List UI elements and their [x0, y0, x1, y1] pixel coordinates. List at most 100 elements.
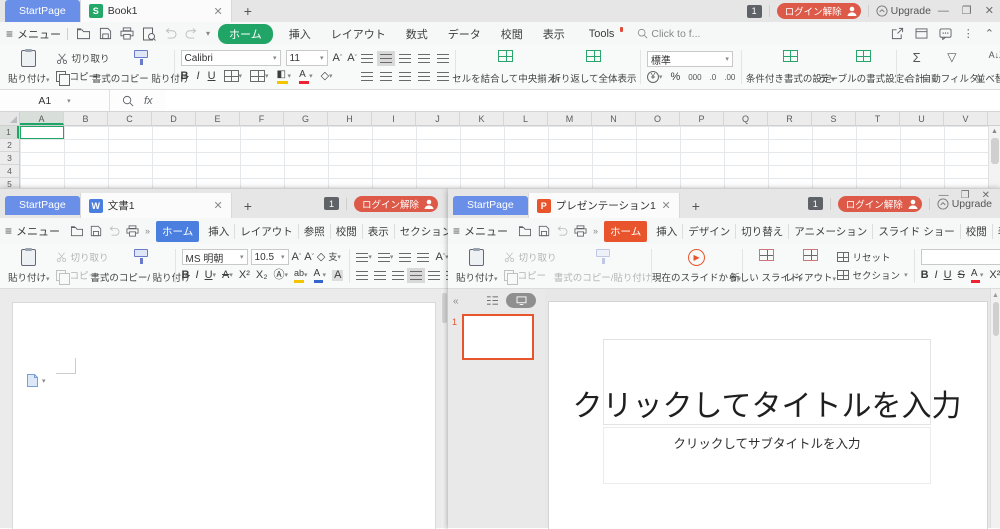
upgrade-button[interactable]: Upgrade	[876, 5, 931, 17]
slide-scrollbar[interactable]: ▲	[990, 289, 1000, 528]
align-left-button[interactable]	[361, 72, 373, 81]
merge-cells-button[interactable]: ▾	[250, 70, 269, 82]
italic-button[interactable]: I	[196, 270, 199, 281]
column-header[interactable]: T	[856, 112, 900, 125]
main-menu-button[interactable]: ≡メニュー	[6, 26, 61, 42]
slide-canvas[interactable]: クリックしてタイトルを入力 クリックしてサブタイトルを入力	[548, 301, 988, 529]
new-slide-button[interactable]: 新しい スライド▾	[747, 246, 787, 286]
ribbon-tab[interactable]: 挿入	[651, 224, 682, 239]
column-header[interactable]: M	[548, 112, 592, 125]
print-icon[interactable]	[574, 225, 587, 237]
column-header[interactable]: N	[592, 112, 636, 125]
increase-indent-button[interactable]	[437, 54, 449, 63]
ribbon-tab[interactable]: データ	[438, 26, 491, 42]
more-tools-icon[interactable]: »	[593, 226, 598, 236]
decrease-font-button[interactable]: Aˇ	[304, 252, 314, 263]
decrease-indent-button[interactable]	[418, 54, 430, 63]
column-header[interactable]: Q	[724, 112, 768, 125]
bold-button[interactable]: B	[181, 71, 189, 82]
paste-button[interactable]: 貼り付け▾	[4, 47, 54, 87]
open-file-icon[interactable]	[70, 225, 84, 237]
column-header[interactable]: E	[196, 112, 240, 125]
underline-button[interactable]: U▾	[205, 270, 216, 281]
selected-cell-a1[interactable]	[20, 126, 64, 139]
print-icon[interactable]	[126, 225, 139, 237]
fx-icon[interactable]: fx	[144, 95, 153, 107]
layout-button[interactable]: レイアウト▾	[787, 246, 835, 286]
tab-home[interactable]: ホーム	[218, 24, 273, 44]
font-size-select[interactable]: 11▾	[286, 50, 328, 66]
phonetic-guide-button[interactable]: 支▾	[328, 253, 341, 262]
font-name-select[interactable]: Calibri▾	[181, 50, 281, 66]
merge-center-button[interactable]: セルを結合して中央揃え▾	[460, 47, 552, 87]
maximize-button[interactable]: ❐	[962, 6, 972, 17]
notification-badge[interactable]: 1	[747, 5, 762, 18]
vertical-scrollbar[interactable]: ▲	[988, 126, 1000, 192]
scroll-up-icon[interactable]: ▲	[991, 128, 998, 135]
column-header[interactable]: S	[812, 112, 856, 125]
comma-style-button[interactable]: 000	[688, 73, 701, 82]
subtitle-placeholder[interactable]: クリックしてサブタイトルを入力	[603, 427, 931, 484]
font-color-button[interactable]: A▾	[314, 268, 327, 283]
tab-home[interactable]: ホーム	[604, 221, 647, 242]
align-right-button[interactable]	[399, 72, 411, 81]
open-file-icon[interactable]	[76, 27, 91, 40]
undo-icon[interactable]	[164, 28, 177, 39]
scroll-thumb[interactable]	[993, 302, 999, 336]
char-shading-button[interactable]: A	[332, 270, 343, 281]
maximize-button[interactable]: ❐	[961, 190, 970, 201]
align-middle-button[interactable]	[380, 54, 392, 63]
column-header[interactable]: K	[460, 112, 504, 125]
collapse-panel-icon[interactable]: «	[453, 296, 459, 307]
paste-options-page-icon[interactable]	[26, 373, 39, 388]
minimize-button[interactable]: —	[939, 190, 949, 201]
copy-button[interactable]: コピー	[56, 268, 109, 282]
percent-button[interactable]: %	[670, 72, 680, 83]
align-bottom-button[interactable]	[399, 54, 411, 63]
subscript-button[interactable]: X₂	[256, 270, 268, 281]
paste-button[interactable]: 貼り付け▾	[452, 246, 502, 286]
share-icon[interactable]	[891, 27, 904, 40]
ribbon-tab[interactable]: レイアウト	[321, 26, 396, 42]
justify-button[interactable]	[410, 271, 422, 280]
ribbon-tab[interactable]: スライド ショー	[872, 224, 959, 239]
superscript-button[interactable]: X²	[989, 270, 1000, 281]
clear-format-button[interactable]: ◇▾	[321, 71, 333, 82]
dropdown-arrow-icon[interactable]: ▾	[42, 377, 46, 385]
format-painter-button[interactable]: 書式のコピー 貼り付け	[112, 47, 170, 87]
row-header[interactable]: 1	[0, 126, 19, 139]
column-header[interactable]: A	[20, 112, 64, 125]
ribbon-tab-tools[interactable]: Tools	[581, 28, 623, 40]
text-effects-button[interactable]: Ⓐ▾	[274, 270, 289, 281]
column-header[interactable]: H	[328, 112, 372, 125]
tab-document[interactable]: P プレゼンテーション1 ✕	[528, 193, 680, 218]
close-button[interactable]: ✕	[985, 6, 994, 17]
format-painter-button[interactable]: 書式のコピー/貼り付け	[559, 246, 647, 286]
align-left-button[interactable]	[356, 271, 368, 280]
char-scale-button[interactable]: Aˆ▾	[435, 252, 448, 263]
borders-button[interactable]: ▾	[224, 70, 243, 82]
tab-document[interactable]: S Book1 ✕	[80, 0, 232, 22]
column-header[interactable]: U	[900, 112, 944, 125]
new-tab-button[interactable]: +	[244, 198, 252, 214]
font-name-select[interactable]: MS 明朝▾	[182, 249, 248, 265]
cut-button[interactable]: 切り取り	[56, 51, 110, 65]
print-icon[interactable]	[120, 27, 134, 40]
sort-button[interactable]: A↓Z並べ替え▾	[972, 47, 1000, 87]
main-menu-button[interactable]: ≡メニュー	[453, 223, 508, 239]
writer-scrollbar[interactable]	[441, 289, 448, 528]
column-header[interactable]: B	[64, 112, 108, 125]
scroll-up-icon[interactable]: ▲	[992, 292, 999, 299]
notification-badge[interactable]: 1	[808, 197, 823, 210]
ribbon-tab[interactable]: 表示	[362, 224, 394, 239]
tab-startpage[interactable]: StartPage	[453, 196, 528, 215]
outline-view-icon[interactable]	[486, 295, 499, 306]
notification-badge[interactable]: 1	[324, 197, 339, 210]
bold-button[interactable]: B	[182, 270, 190, 281]
slide-thumbnail[interactable]	[462, 314, 534, 360]
more-tools-icon[interactable]: »	[145, 226, 150, 236]
logout-button[interactable]: ログイン解除	[777, 3, 861, 19]
scroll-thumb[interactable]	[991, 138, 999, 164]
more-options-icon[interactable]: ⋮	[963, 27, 974, 40]
column-header[interactable]: D	[152, 112, 196, 125]
